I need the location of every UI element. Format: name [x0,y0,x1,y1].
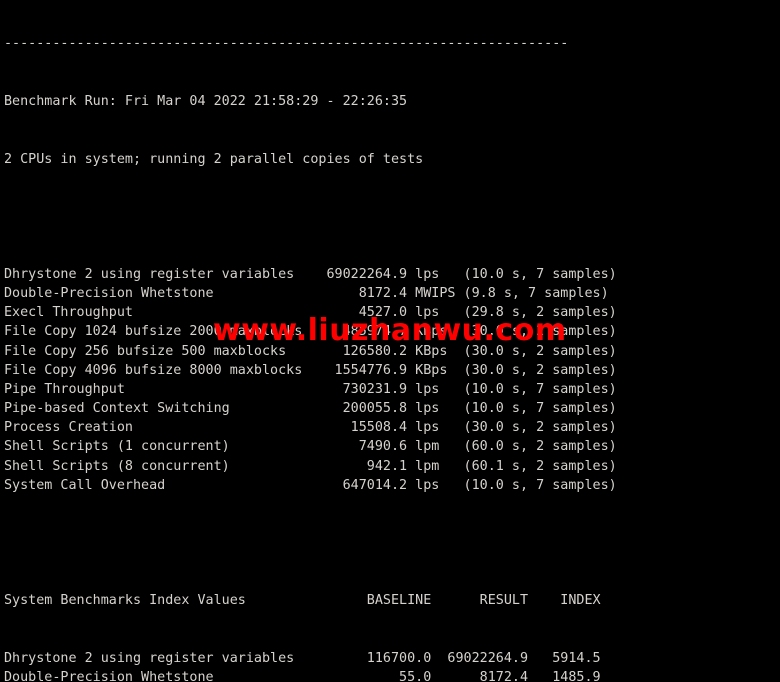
index-value-row: Double-Precision Whetstone 55.0 8172.4 1… [4,669,601,682]
index-value-row: Dhrystone 2 using register variables 116… [4,650,601,666]
index-values-header: System Benchmarks Index Values BASELINE … [4,593,601,609]
benchmark-result-row: System Call Overhead 647014.2 lps (10.0 … [4,477,617,493]
raw-results-block: Dhrystone 2 using register variables 690… [4,265,617,495]
benchmark-result-row: File Copy 1024 bufsize 2000 maxblocks 48… [4,324,617,340]
benchmark-result-row: Dhrystone 2 using register variables 690… [4,266,617,282]
benchmark-result-row: Pipe Throughput 730231.9 lps (10.0 s, 7 … [4,381,617,397]
terminal-window: ----------------------------------------… [0,0,780,682]
top-rule: ----------------------------------------… [4,36,569,52]
benchmark-result-row: File Copy 256 bufsize 500 maxblocks 1265… [4,343,617,359]
benchmark-result-row: Shell Scripts (8 concurrent) 942.1 lpm (… [4,458,617,474]
terminal-output: ----------------------------------------… [4,0,617,682]
benchmark-result-row: Execl Throughput 4527.0 lps (29.8 s, 2 s… [4,305,617,321]
benchmark-result-row: File Copy 4096 bufsize 8000 maxblocks 15… [4,362,617,378]
benchmark-result-row: Process Creation 15508.4 lps (30.0 s, 2 … [4,420,617,436]
benchmark-result-row: Double-Precision Whetstone 8172.4 MWIPS … [4,285,609,301]
benchmark-result-row: Pipe-based Context Switching 200055.8 lp… [4,401,617,417]
benchmark-run-line: Benchmark Run: Fri Mar 04 2022 21:58:29 … [4,94,408,109]
index-values-block: Dhrystone 2 using register variables 116… [4,649,617,682]
benchmark-result-row: Shell Scripts (1 concurrent) 7490.6 lpm … [4,439,617,455]
cpu-info-line: 2 CPUs in system; running 2 parallel cop… [4,151,424,167]
